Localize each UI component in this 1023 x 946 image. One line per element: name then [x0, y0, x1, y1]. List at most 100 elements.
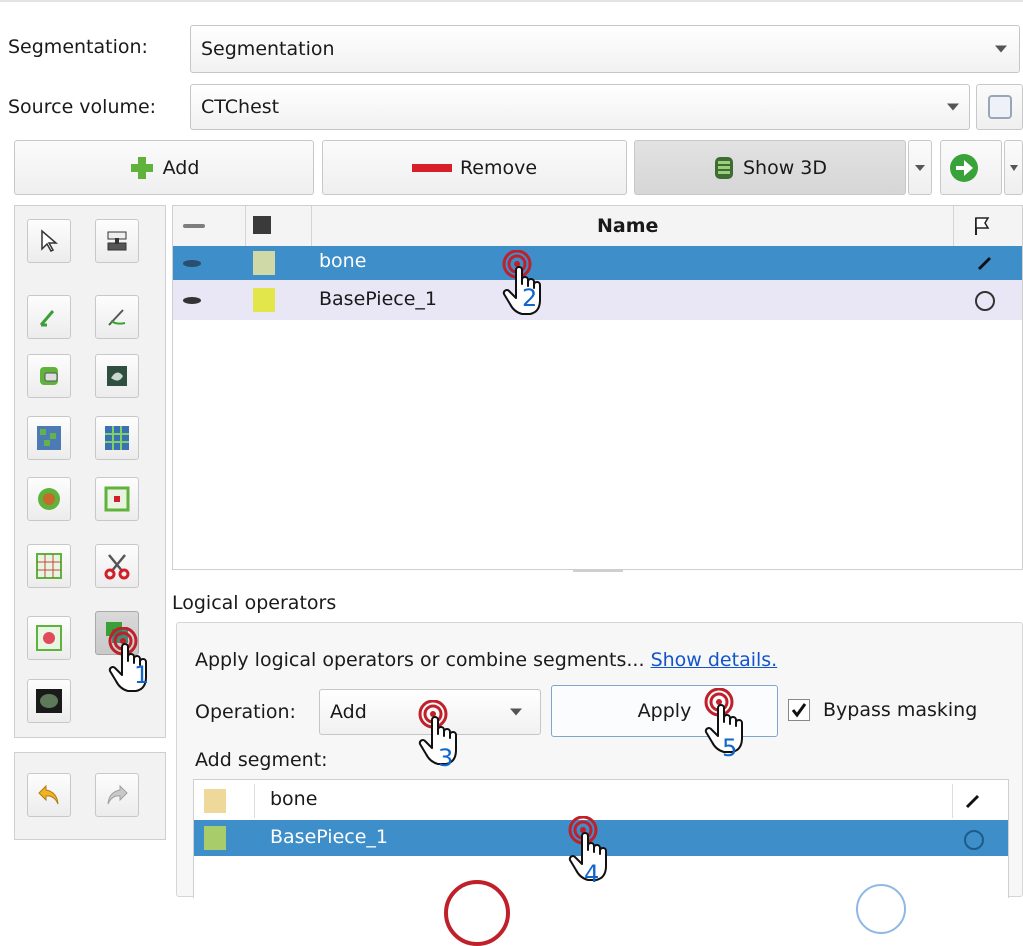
- redo-button[interactable]: [95, 773, 139, 817]
- mask-volume-icon: [36, 689, 62, 713]
- add-segment-label: Add segment:: [195, 749, 328, 771]
- annotation-ring-partial: [444, 880, 510, 946]
- tool-mask-volume[interactable]: [27, 679, 71, 723]
- circle-status-icon[interactable]: [964, 830, 984, 850]
- remove-segment-button[interactable]: Remove: [322, 140, 627, 195]
- segmentation-value: Segmentation: [201, 38, 335, 60]
- logical-operators-description: Apply logical operators or combine segme…: [195, 649, 645, 671]
- tool-none[interactable]: [27, 219, 71, 263]
- add-label: Add: [162, 156, 200, 179]
- grow-from-seeds-icon: [37, 426, 61, 450]
- segmentation-combo[interactable]: Segmentation: [190, 25, 1020, 73]
- annotation-number: 4: [584, 860, 600, 888]
- segmentation-label: Segmentation:: [8, 36, 148, 58]
- undo-button[interactable]: [27, 773, 71, 817]
- tool-level-tracing[interactable]: [95, 354, 139, 398]
- level-tracing-icon: [107, 366, 127, 386]
- source-volume-options-button[interactable]: [976, 84, 1023, 130]
- segment-color-swatch[interactable]: [253, 251, 275, 275]
- threshold-icon: [107, 231, 127, 251]
- show-3d-button[interactable]: Show 3D: [634, 140, 906, 195]
- annotation-number: 2: [522, 284, 538, 312]
- segment-name[interactable]: BasePiece_1: [319, 288, 437, 310]
- draw-icon: [108, 309, 126, 326]
- name-column-header[interactable]: Name: [597, 215, 658, 237]
- cursor-icon: [41, 229, 59, 252]
- eye-icon[interactable]: [183, 297, 201, 304]
- check-icon: [791, 703, 807, 718]
- chevron-down-icon: [947, 103, 959, 111]
- smoothing-icon: [36, 553, 62, 579]
- pencil-icon[interactable]: [976, 254, 994, 272]
- source-volume-value: CTChest: [201, 96, 280, 118]
- tool-fill-between-slices[interactable]: [95, 416, 139, 460]
- annotation-number: 3: [438, 744, 454, 772]
- hollow-icon: [104, 486, 130, 512]
- tool-erase[interactable]: [27, 354, 71, 398]
- show-3d-dropdown[interactable]: [908, 140, 932, 195]
- tool-grow-from-seeds[interactable]: [27, 416, 71, 460]
- segment-name[interactable]: bone: [270, 788, 317, 810]
- operation-value: Add: [330, 701, 367, 723]
- top-divider: [0, 0, 1023, 2]
- margin-icon: [38, 488, 60, 510]
- show-3d-label: Show 3D: [742, 156, 828, 179]
- erase-icon: [40, 367, 58, 385]
- annotation-marker-5: 5: [700, 687, 744, 762]
- segment-name[interactable]: BasePiece_1: [270, 826, 388, 848]
- add-segment-button[interactable]: Add: [14, 140, 314, 195]
- annotation-marker-4: 4: [564, 815, 608, 888]
- segment-color-swatch[interactable]: [253, 288, 275, 312]
- show-details-link[interactable]: Show details.: [651, 649, 778, 671]
- tool-threshold[interactable]: [95, 219, 139, 263]
- visibility-column-icon: [183, 224, 205, 228]
- bypass-masking-checkbox[interactable]: [788, 699, 810, 721]
- volume-icon: [987, 95, 1012, 119]
- segment-color-swatch: [204, 826, 226, 850]
- forward-arrow-icon: [950, 153, 978, 182]
- chevron-down-icon: [995, 45, 1007, 53]
- segments-table: Name bone BasePiece_1: [172, 205, 1023, 572]
- plus-icon: [130, 156, 153, 179]
- annotation-marker-2: 2: [498, 249, 542, 316]
- scissors-icon: [104, 554, 130, 580]
- tool-smoothing[interactable]: [27, 544, 71, 588]
- flag-icon: [975, 217, 990, 235]
- tool-paint[interactable]: [27, 295, 71, 339]
- islands-icon: [36, 625, 62, 651]
- undo-redo-panel: [14, 752, 166, 840]
- tool-islands[interactable]: [27, 616, 71, 660]
- segment-name[interactable]: bone: [319, 250, 366, 272]
- logical-operators-description-line: Apply logical operators or combine segme…: [195, 649, 777, 671]
- bypass-masking-label: Bypass masking: [823, 699, 978, 721]
- annotation-ring-partial: [856, 884, 906, 934]
- table-header: Name: [173, 206, 1022, 247]
- table-row[interactable]: BasePiece_1: [173, 280, 1022, 320]
- table-row[interactable]: bone: [173, 246, 1022, 280]
- circle-status-icon[interactable]: [975, 291, 995, 311]
- color-column-icon: [253, 216, 271, 234]
- tool-draw[interactable]: [95, 295, 139, 339]
- minus-icon: [411, 163, 452, 172]
- pencil-icon: [965, 794, 980, 809]
- annotation-number: 1: [134, 661, 150, 689]
- splitter-handle[interactable]: [573, 570, 623, 572]
- redo-icon: [107, 784, 128, 805]
- export-button[interactable]: [940, 140, 1002, 195]
- export-dropdown[interactable]: [1004, 140, 1023, 195]
- table-row[interactable]: bone: [194, 784, 1008, 818]
- segment-color-swatch: [204, 789, 226, 813]
- logical-operators-title: Logical operators: [172, 592, 337, 614]
- chevron-down-icon: [1009, 164, 1018, 171]
- source-volume-combo[interactable]: CTChest: [190, 84, 970, 130]
- eye-icon[interactable]: [183, 260, 201, 267]
- tool-hollow[interactable]: [95, 477, 139, 521]
- source-volume-label: Source volume:: [8, 96, 157, 118]
- remove-label: Remove: [459, 156, 538, 179]
- undo-icon: [38, 784, 59, 805]
- tool-margin[interactable]: [27, 477, 71, 521]
- tool-scissors[interactable]: [95, 544, 139, 588]
- fill-between-slices-icon: [105, 426, 129, 450]
- apply-label: Apply: [637, 700, 692, 722]
- operation-label: Operation:: [195, 701, 296, 723]
